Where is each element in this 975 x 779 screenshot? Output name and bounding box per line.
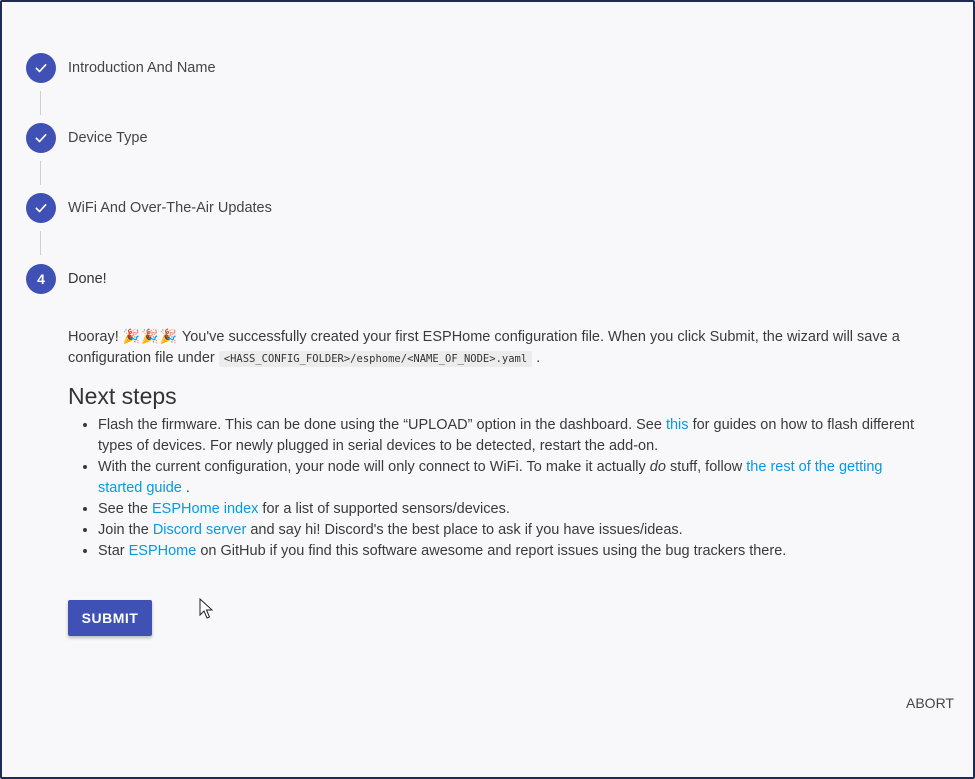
step-label: WiFi And Over-The-Air Updates [68, 200, 272, 216]
step-connector [40, 231, 41, 255]
party-popper-icon: 🎉 [122, 328, 141, 344]
list-item: Join the Discord server and say hi! Disc… [98, 520, 928, 541]
next-steps-list: Flash the firmware. This can be done usi… [68, 415, 928, 562]
abort-button[interactable]: ABORT [898, 691, 962, 715]
discord-server-link[interactable]: Discord server [153, 522, 246, 538]
step-introduction: Introduction And Name [26, 53, 216, 83]
list-item: With the current configuration, your nod… [98, 457, 928, 499]
check-icon [26, 193, 56, 223]
step-label: Introduction And Name [68, 60, 216, 76]
config-path-code: <HASS_CONFIG_FOLDER>/esphome/<NAME_OF_NO… [218, 351, 533, 367]
esphome-github-link[interactable]: ESPHome [129, 543, 197, 559]
esphome-index-link[interactable]: ESPHome index [152, 501, 258, 517]
step-wifi-ota: WiFi And Over-The-Air Updates [26, 193, 272, 223]
next-steps-heading: Next steps [68, 383, 177, 409]
submit-button[interactable]: SUBMIT [68, 600, 152, 636]
list-item: Flash the firmware. This can be done usi… [98, 415, 928, 457]
flash-guides-link[interactable]: this [666, 417, 689, 433]
step-connector [40, 91, 41, 115]
mouse-pointer-icon [199, 598, 213, 619]
step-label: Done! [68, 271, 107, 287]
step-content: Hooray! 🎉🎉🎉 You've successfully created … [68, 326, 928, 562]
step-done: 4 Done! [26, 264, 107, 294]
intro-paragraph: Hooray! 🎉🎉🎉 You've successfully created … [68, 328, 900, 367]
step-label: Device Type [68, 130, 148, 146]
step-connector [40, 161, 41, 185]
party-popper-icon: 🎉 [159, 328, 178, 344]
list-item: See the ESPHome index for a list of supp… [98, 499, 928, 520]
step-device-type: Device Type [26, 123, 148, 153]
step-number: 4 [26, 264, 56, 294]
list-item: Star ESPHome on GitHub if you find this … [98, 541, 928, 562]
wizard-dialog: Introduction And Name Device Type WiFi A… [0, 0, 975, 779]
party-popper-icon: 🎉 [141, 328, 159, 344]
check-icon [26, 53, 56, 83]
check-icon [26, 123, 56, 153]
